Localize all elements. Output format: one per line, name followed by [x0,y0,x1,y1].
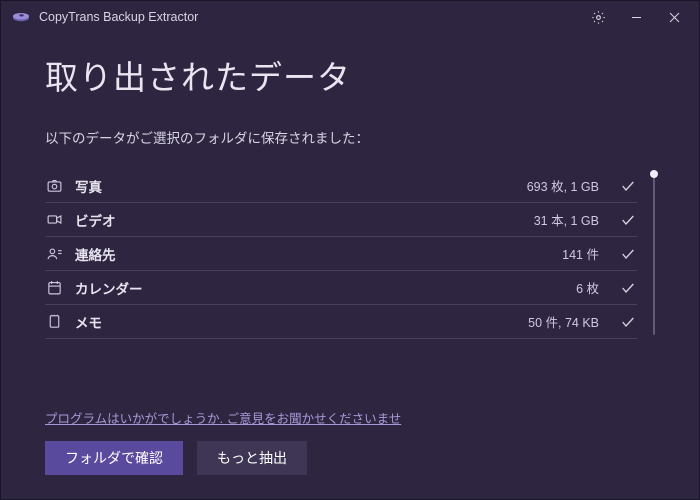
video-icon [45,211,63,229]
scrollbar-thumb[interactable] [650,170,658,178]
page-subtitle: 以下のデータがご選択のフォルダに保存されました： [45,127,655,147]
row-label: 連絡先 [75,244,550,264]
row-label: ビデオ [75,210,522,230]
contacts-icon [45,245,63,263]
row-label: 写真 [75,176,515,196]
minimize-button[interactable] [617,3,655,31]
calendar-icon [45,279,63,297]
check-icon [619,313,637,331]
footer: プログラムはいかがでしょうか. ご意見をお聞かせくださいませ フォルダで確認 も… [45,408,655,475]
app-logo-icon [11,7,31,27]
extract-more-button[interactable]: もっと抽出 [197,441,307,475]
titlebar: CopyTrans Backup Extractor [1,1,699,33]
page-title: 取り出されたデータ [45,51,655,99]
check-icon [619,177,637,195]
extracted-data-list: 写真 693 枚, 1 GB ビデオ 31 本, 1 GB 連絡先 141 件 [45,169,655,339]
data-row-notes: メモ 50 件, 74 KB [45,305,637,339]
open-folder-button[interactable]: フォルダで確認 [45,441,183,475]
feedback-link[interactable]: プログラムはいかがでしょうか. ご意見をお聞かせくださいませ [45,408,401,427]
check-icon [619,279,637,297]
check-icon [619,211,637,229]
app-title: CopyTrans Backup Extractor [39,10,198,24]
row-meta: 31 本, 1 GB [534,210,599,229]
row-meta: 6 枚 [576,278,599,297]
data-row-calendar: カレンダー 6 枚 [45,271,637,305]
settings-button[interactable] [579,3,617,31]
camera-icon [45,177,63,195]
close-icon [669,12,680,23]
scrollbar[interactable] [653,173,655,335]
button-row: フォルダで確認 もっと抽出 [45,441,655,475]
row-label: カレンダー [75,278,564,298]
data-row-photos: 写真 693 枚, 1 GB [45,169,637,203]
data-row-contacts: 連絡先 141 件 [45,237,637,271]
gear-icon [591,10,606,25]
close-button[interactable] [655,3,693,31]
row-meta: 141 件 [562,244,599,263]
content-area: 取り出されたデータ 以下のデータがご選択のフォルダに保存されました： 写真 69… [1,33,699,339]
row-label: メモ [75,312,516,332]
minimize-icon [631,12,642,23]
check-icon [619,245,637,263]
data-row-videos: ビデオ 31 本, 1 GB [45,203,637,237]
row-meta: 693 枚, 1 GB [527,176,599,195]
row-meta: 50 件, 74 KB [528,312,599,331]
note-icon [45,313,63,331]
